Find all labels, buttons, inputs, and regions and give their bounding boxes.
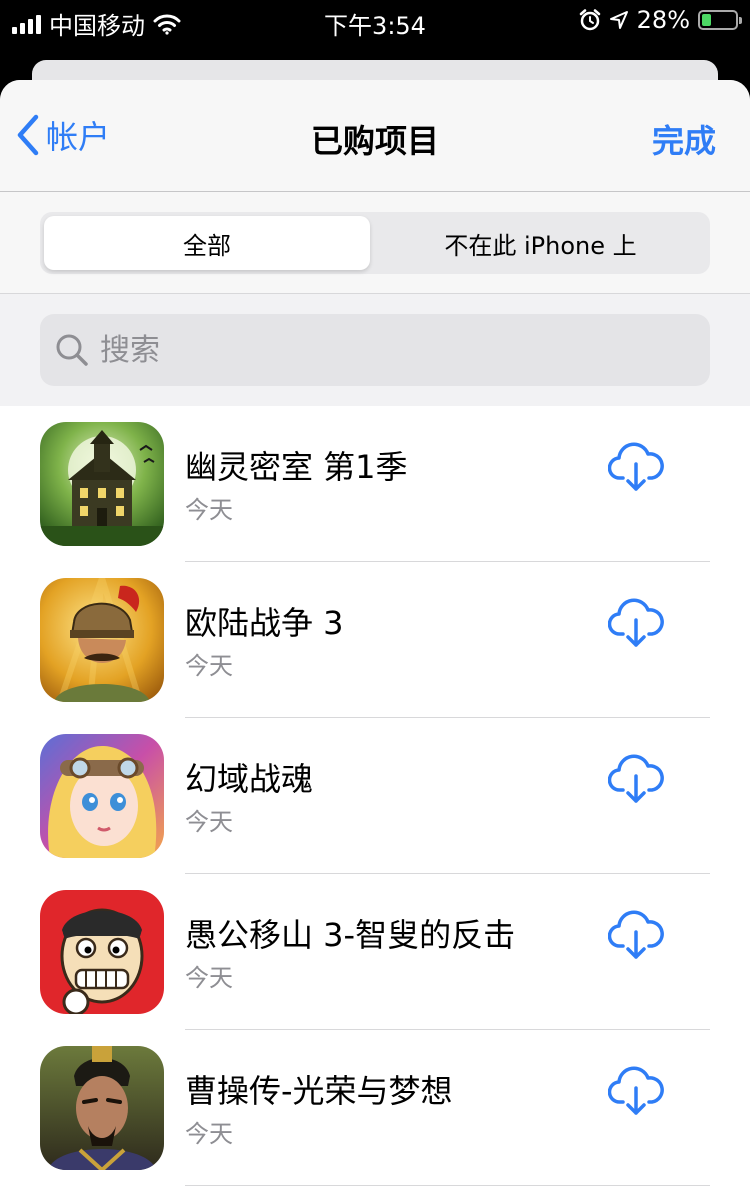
status-right: 28% [579, 6, 742, 34]
haunted-house-app-icon [40, 422, 164, 546]
cloud-download-icon [607, 598, 664, 647]
purchase-date: 今天 [185, 496, 233, 524]
done-button[interactable]: 完成 [652, 116, 716, 162]
download-button[interactable] [607, 598, 664, 654]
download-button[interactable] [607, 754, 664, 810]
app-name: 愚公移山 3-智叟的反击 [185, 916, 516, 954]
battery-level-fill [702, 14, 711, 26]
app-name: 曹操传-光荣与梦想 [185, 1072, 453, 1110]
search-input[interactable] [100, 326, 660, 374]
row-separator [185, 1185, 710, 1186]
alarm-icon [579, 9, 600, 31]
search-area [0, 294, 750, 406]
list-item[interactable]: 幻域战魂 今天 [0, 718, 750, 874]
app-name: 幽灵密室 第1季 [185, 448, 408, 486]
warlord-portrait-app-icon [40, 1046, 164, 1170]
soldier-helmet-app-icon [40, 578, 164, 702]
page-title: 已购项目 [310, 122, 439, 160]
cartoon-face-app-icon [40, 890, 164, 1014]
list-item[interactable]: 曹操传-光荣与梦想 今天 [0, 1030, 750, 1186]
purchase-date: 今天 [185, 1120, 233, 1148]
search-bar [40, 314, 710, 386]
app-name: 欧陆战争 3 [185, 604, 344, 642]
download-button[interactable] [607, 1066, 664, 1122]
cloud-download-icon [607, 1066, 664, 1115]
purchase-date: 今天 [185, 964, 233, 992]
search-icon [56, 334, 88, 366]
purchased-sheet: 帐户 已购项目 完成 全部 不在此 iPhone 上 搜索 幽灵密室 第1季 今… [0, 80, 750, 1193]
segmented-control: 全部 不在此 iPhone 上 [40, 212, 710, 274]
cloud-download-icon [607, 754, 664, 803]
list-item[interactable]: 幽灵密室 第1季 今天 [0, 406, 750, 562]
location-arrow-icon [609, 11, 628, 29]
download-button[interactable] [607, 442, 664, 498]
cloud-download-icon [607, 442, 664, 491]
battery-icon [698, 10, 742, 30]
segment-all[interactable]: 全部 [44, 216, 370, 270]
app-name: 幻域战魂 [185, 760, 314, 798]
list-item[interactable]: 欧陆战争 3 今天 [0, 562, 750, 718]
download-button[interactable] [607, 910, 664, 966]
segment-area: 全部 不在此 iPhone 上 [0, 192, 750, 294]
segment-not-on-iphone[interactable]: 不在此 iPhone 上 [375, 216, 706, 270]
fantasy-girl-app-icon [40, 734, 164, 858]
navigation-bar: 帐户 已购项目 完成 [0, 80, 750, 192]
list-item[interactable]: 愚公移山 3-智叟的反击 今天 [0, 874, 750, 1030]
purchased-app-list: 幽灵密室 第1季 今天 欧陆战争 3 今天 幻域战魂 今天 愚公移山 3-智叟的… [0, 406, 750, 1186]
cloud-download-icon [607, 910, 664, 959]
battery-percent: 28% [636, 6, 690, 34]
purchase-date: 今天 [185, 808, 233, 836]
purchase-date: 今天 [185, 652, 233, 680]
status-bar: 中国移动 下午3:54 28% [0, 0, 750, 40]
